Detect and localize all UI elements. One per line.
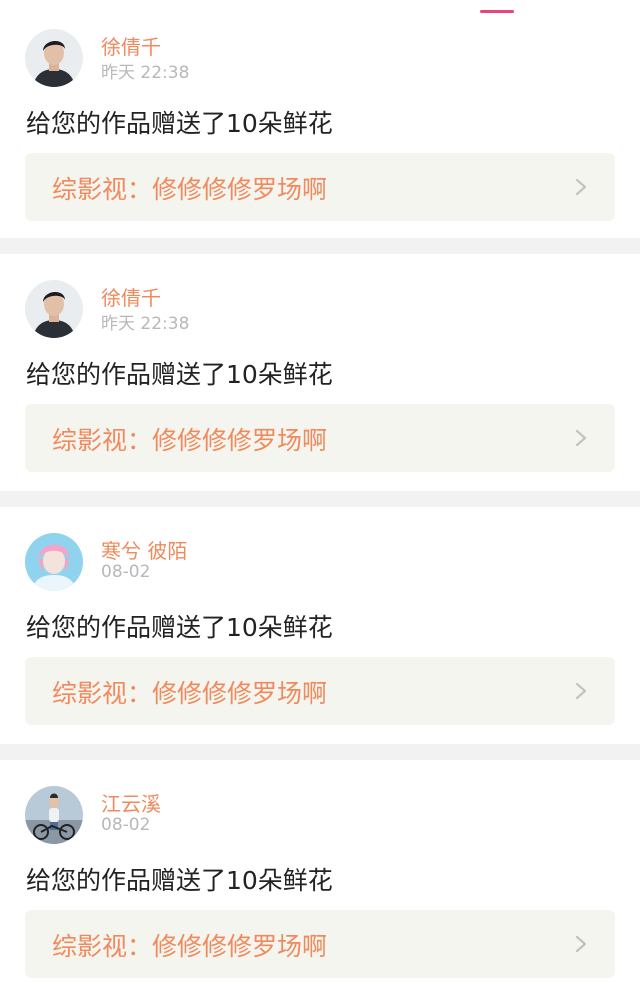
active-tab-indicator	[480, 10, 514, 13]
chevron-right-icon	[575, 178, 587, 196]
notification-card: 徐倩千 昨天 22:38 给您的作品赠送了10朵鲜花 综影视：修修修修罗场啊	[0, 20, 640, 238]
work-link-button[interactable]: 综影视：修修修修罗场啊	[25, 404, 615, 472]
avatar[interactable]	[25, 786, 83, 844]
avatar[interactable]	[25, 29, 83, 87]
chevron-right-icon	[575, 935, 587, 953]
avatar-man-dark-icon	[25, 280, 83, 338]
tab-bar	[0, 0, 640, 20]
work-title: 综影视：修修修修罗场啊	[52, 426, 328, 455]
avatar-pink-hair-icon	[25, 533, 83, 591]
work-link-button[interactable]: 综影视：修修修修罗场啊	[25, 910, 615, 978]
timestamp: 08-02	[101, 562, 151, 582]
notification-card: 寒兮 彼陌 08-02 给您的作品赠送了10朵鲜花 综影视：修修修修罗场啊	[0, 507, 640, 744]
notification-card: 江云溪 08-02 给您的作品赠送了10朵鲜花 综影视：修修修修罗场啊	[0, 760, 640, 993]
timestamp: 昨天 22:38	[101, 63, 190, 83]
work-title: 综影视：修修修修罗场啊	[52, 932, 328, 961]
work-link-button[interactable]: 综影视：修修修修罗场啊	[25, 657, 615, 725]
avatar[interactable]	[25, 280, 83, 338]
username[interactable]: 徐倩千	[101, 31, 161, 60]
gift-message: 给您的作品赠送了10朵鲜花	[26, 866, 333, 895]
username[interactable]: 江云溪	[101, 788, 161, 817]
avatar-bicycle-icon	[25, 786, 83, 844]
gift-message: 给您的作品赠送了10朵鲜花	[26, 613, 333, 642]
notification-page: 徐倩千 昨天 22:38 给您的作品赠送了10朵鲜花 综影视：修修修修罗场啊 徐…	[0, 0, 640, 993]
work-title: 综影视：修修修修罗场啊	[52, 175, 328, 204]
avatar-man-dark-icon	[25, 29, 83, 87]
avatar[interactable]	[25, 533, 83, 591]
gift-message: 给您的作品赠送了10朵鲜花	[26, 360, 333, 389]
gift-message: 给您的作品赠送了10朵鲜花	[26, 109, 333, 138]
username[interactable]: 徐倩千	[101, 282, 161, 311]
work-title: 综影视：修修修修罗场啊	[52, 679, 328, 708]
notification-list: 徐倩千 昨天 22:38 给您的作品赠送了10朵鲜花 综影视：修修修修罗场啊 徐…	[0, 20, 640, 993]
timestamp: 昨天 22:38	[101, 314, 190, 334]
timestamp: 08-02	[101, 815, 151, 835]
notification-card: 徐倩千 昨天 22:38 给您的作品赠送了10朵鲜花 综影视：修修修修罗场啊	[0, 254, 640, 491]
username[interactable]: 寒兮 彼陌	[101, 535, 187, 564]
chevron-right-icon	[575, 429, 587, 447]
work-link-button[interactable]: 综影视：修修修修罗场啊	[25, 153, 615, 221]
chevron-right-icon	[575, 682, 587, 700]
